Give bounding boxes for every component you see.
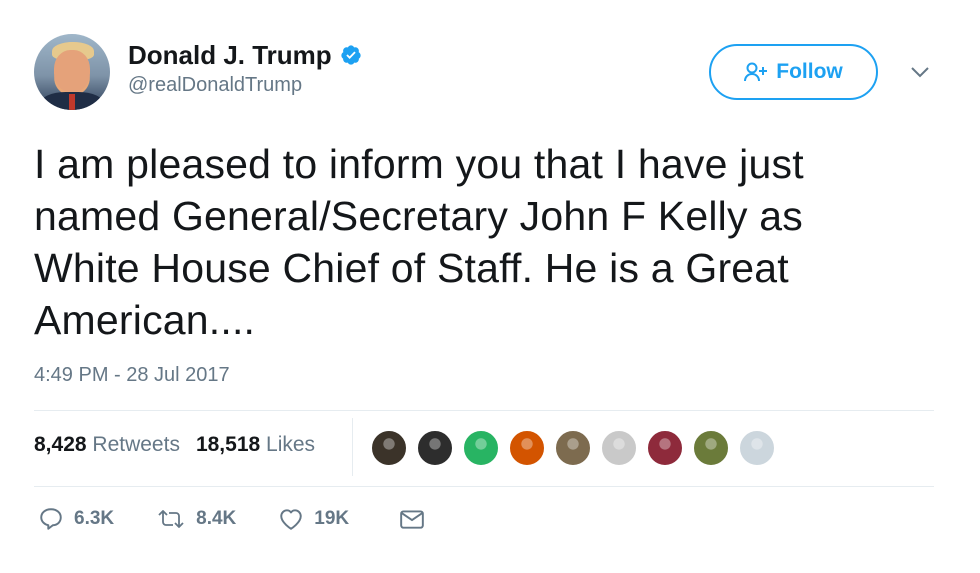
envelope-icon: [400, 510, 424, 529]
liker-avatar[interactable]: [738, 429, 776, 467]
liker-avatar[interactable]: [508, 429, 546, 467]
direct-message-button[interactable]: [399, 508, 425, 530]
liker-avatar[interactable]: [692, 429, 730, 467]
liker-avatar[interactable]: [370, 429, 408, 467]
divider: [34, 410, 934, 411]
author-display-name[interactable]: Donald J. Trump: [128, 40, 332, 70]
tweet-timestamp[interactable]: 4:49 PM - 28 Jul 2017: [34, 364, 230, 387]
retweet-icon: [158, 510, 184, 528]
tweet-stats: 8,428 Retweets 18,518 Likes: [34, 433, 315, 457]
avatar-face: [54, 50, 90, 92]
liker-avatars: [370, 429, 784, 467]
likes-stat[interactable]: 18,518 Likes: [196, 433, 315, 457]
tweet-actions: 6.3K 8.4K 19K: [38, 506, 425, 532]
likes-label: Likes: [266, 433, 316, 456]
follow-button-label: Follow: [776, 60, 843, 83]
liker-avatar[interactable]: [554, 429, 592, 467]
like-count: 19K: [314, 508, 350, 529]
like-button[interactable]: 19K: [278, 507, 349, 531]
follow-button[interactable]: Follow: [709, 44, 878, 100]
retweet-button[interactable]: 8.4K: [156, 506, 236, 532]
likes-count: 18,518: [195, 433, 261, 456]
retweets-stat[interactable]: 8,428 Retweets: [34, 433, 180, 457]
liker-avatar[interactable]: [646, 429, 684, 467]
avatar-tie: [69, 94, 75, 110]
author-display-name-row[interactable]: Donald J. Trump: [128, 40, 362, 70]
retweets-count: 8,428: [34, 433, 87, 456]
liker-avatar[interactable]: [416, 429, 454, 467]
reply-icon: [40, 508, 62, 530]
chevron-down-icon[interactable]: [908, 62, 932, 82]
reply-button[interactable]: 6.3K: [38, 506, 114, 532]
divider: [34, 486, 934, 487]
tweet-text: I am pleased to inform you that I have j…: [34, 141, 804, 343]
author-handle[interactable]: @realDonaldTrump: [128, 74, 362, 97]
reply-count: 6.3K: [74, 508, 115, 529]
author-avatar[interactable]: [34, 34, 110, 110]
add-user-icon: [744, 62, 768, 82]
retweets-label: Retweets: [92, 433, 180, 456]
liker-avatar[interactable]: [600, 429, 638, 467]
verified-badge-icon: [341, 45, 361, 65]
liker-avatar[interactable]: [462, 429, 500, 467]
retweet-count: 8.4K: [196, 508, 237, 529]
stats-separator: [352, 418, 353, 476]
heart-icon: [280, 509, 303, 530]
author-info: Donald J. Trump @realDonaldTrump: [128, 40, 362, 97]
